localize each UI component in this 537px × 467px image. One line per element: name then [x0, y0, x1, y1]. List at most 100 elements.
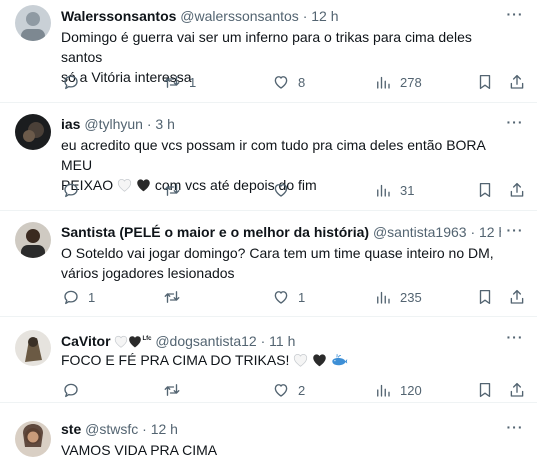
tweet-text-fragment: FOCO E FÉ PRA CIMA DO TRIKAS! [61, 352, 290, 368]
reply-icon [64, 183, 78, 198]
username[interactable]: @santista1963 [373, 224, 467, 240]
like-button[interactable] [272, 180, 290, 200]
heart-icon [274, 384, 288, 397]
reply-button[interactable] [62, 72, 80, 92]
views-count: 278 [400, 74, 422, 90]
display-name[interactable]: Santista (PELÉ o maior e o melhor da his… [61, 224, 369, 240]
retweet-count: 1 [189, 74, 197, 90]
more-icon[interactable]: ··· [505, 115, 525, 135]
timestamp[interactable]: 12 h [151, 421, 178, 437]
heart-icon [274, 291, 288, 304]
separator: · [260, 333, 266, 349]
tweet[interactable]: ias @tylhyun · 3 h ··· eu acredito que v… [0, 103, 537, 211]
action-bar: 2 120 [56, 380, 529, 400]
tweet-text: FOCO E FÉ PRA CIMA DO TRIKAS! [61, 350, 507, 372]
avatar[interactable] [15, 421, 51, 457]
bookmark-button[interactable] [476, 287, 494, 307]
like-button[interactable]: 2 [272, 380, 305, 400]
display-name[interactable]: ias [61, 116, 80, 132]
avatar[interactable] [15, 5, 51, 41]
tweet-header: ias @tylhyun · 3 h [61, 115, 501, 133]
username[interactable]: @walerssonsantos [180, 8, 299, 24]
tweet[interactable]: ste @stwsfc · 12 h ··· VAMOS VIDA PRA CI… [0, 403, 537, 467]
reply-button[interactable]: 1 [62, 287, 95, 307]
separator: · [470, 224, 476, 240]
share-button[interactable] [508, 72, 526, 92]
avatar[interactable] [15, 330, 51, 366]
tweet-text-line: Domingo é guerra vai ser um inferno para… [61, 29, 472, 65]
tweet-text-line: VAMOS VIDA PRA CIMA [61, 442, 218, 458]
bookmark-icon [479, 382, 491, 398]
retweet-icon [164, 184, 180, 196]
retweet-icon [164, 76, 180, 88]
whale-icon [331, 352, 348, 372]
timestamp[interactable]: 12 h [311, 8, 338, 24]
retweet-button[interactable] [163, 380, 181, 400]
tweet-text: VAMOS VIDA PRA CIMA [61, 440, 507, 460]
timestamp[interactable]: 12 h [479, 224, 501, 240]
share-icon [510, 74, 524, 89]
bookmark-button[interactable] [476, 72, 494, 92]
analytics-icon [377, 291, 390, 304]
more-icon[interactable]: ··· [505, 7, 525, 27]
share-icon [510, 382, 524, 397]
retweet-button[interactable] [163, 287, 181, 307]
retweet-button[interactable] [163, 180, 181, 200]
share-icon [510, 289, 524, 304]
retweet-button[interactable]: 1 [163, 72, 196, 92]
like-button[interactable]: 8 [272, 72, 305, 92]
action-bar: 1 8 278 [56, 72, 529, 92]
bookmark-button[interactable] [476, 380, 494, 400]
share-button[interactable] [508, 380, 526, 400]
more-icon[interactable]: ··· [505, 420, 525, 440]
like-count: 2 [298, 382, 306, 398]
like-button[interactable]: 1 [272, 287, 305, 307]
timestamp[interactable]: 3 h [155, 116, 174, 132]
display-name[interactable]: CaVitor [61, 333, 111, 349]
action-bar: 31 [56, 180, 529, 200]
separator: · [302, 8, 308, 24]
tweet-text-line: eu acredito que vcs possam ir com tudo p… [61, 137, 486, 173]
username[interactable]: @tylhyun [84, 116, 143, 132]
views-button[interactable]: 235 [374, 287, 422, 307]
display-name[interactable]: ste [61, 421, 81, 437]
username[interactable]: @dogsantista12 [155, 333, 256, 349]
bookmark-button[interactable] [476, 180, 494, 200]
tweet-text-line: O Soteldo vai jogar domingo? Cara tem um… [61, 245, 494, 261]
share-button[interactable] [508, 287, 526, 307]
reply-button[interactable] [62, 180, 80, 200]
analytics-icon [377, 384, 390, 397]
retweet-icon [164, 291, 180, 303]
tweet-text-line: vários jogadores lesionados [61, 265, 235, 281]
tweet-header: Walerssonsantos @walerssonsantos · 12 h [61, 7, 501, 25]
tweet-text: O Soteldo vai jogar domingo? Cara tem um… [61, 243, 507, 283]
reply-button[interactable] [62, 380, 80, 400]
reply-icon [64, 290, 78, 305]
username[interactable]: @stwsfc [85, 421, 138, 437]
tweet-header: ste @stwsfc · 12 h [61, 420, 501, 438]
more-icon[interactable]: ··· [505, 223, 525, 243]
avatar[interactable] [15, 222, 51, 258]
share-button[interactable] [508, 180, 526, 200]
views-count: 120 [400, 382, 422, 398]
separator: · [142, 421, 147, 437]
heart-icon [274, 76, 288, 89]
views-button[interactable]: 31 [374, 180, 414, 200]
more-icon[interactable]: ··· [505, 330, 525, 350]
tweet[interactable]: Walerssonsantos @walerssonsantos · 12 h … [0, 0, 537, 103]
reply-icon [64, 75, 78, 90]
display-name[interactable]: Walerssonsantos [61, 8, 176, 24]
views-button[interactable]: 278 [374, 72, 422, 92]
like-count: 1 [298, 289, 306, 305]
views-button[interactable]: 120 [374, 380, 422, 400]
views-count: 31 [400, 182, 415, 198]
tweet[interactable]: CaVitor Lfc @dogsantista12 · 11 h ··· FO… [0, 317, 537, 403]
avatar[interactable] [15, 114, 51, 150]
retweet-icon [164, 384, 180, 396]
black-heart-icon [312, 352, 327, 372]
action-bar: 1 1 235 [56, 287, 529, 307]
white-heart-icon [293, 352, 308, 372]
tweet[interactable]: Santista (PELÉ o maior e o melhor da his… [0, 211, 537, 317]
tweet-text-line: FOCO E FÉ PRA CIMA DO TRIKAS! [61, 350, 507, 372]
timestamp[interactable]: 11 h [269, 333, 295, 349]
